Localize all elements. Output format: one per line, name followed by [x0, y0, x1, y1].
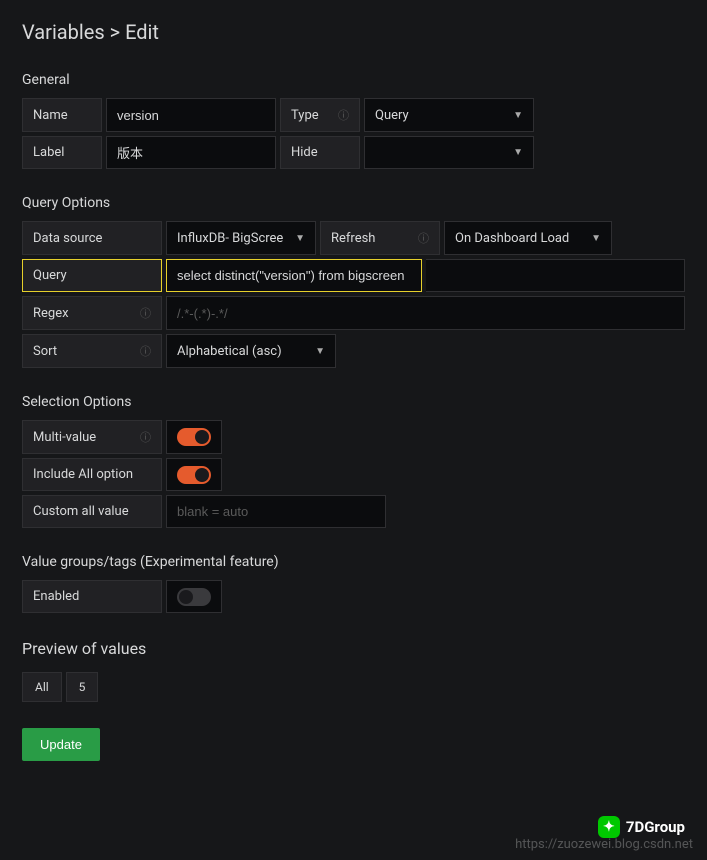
label-label: Label [22, 136, 102, 169]
preview-chip: All [22, 672, 62, 702]
hide-select[interactable]: ▼ [364, 136, 534, 169]
query-input-wrap [166, 259, 422, 292]
page-title: Variables > Edit [22, 20, 685, 44]
chevron-down-icon: ▼ [513, 110, 523, 121]
chevron-down-icon: ▼ [295, 233, 305, 244]
refresh-select[interactable]: On Dashboard Load ▼ [444, 221, 612, 255]
hide-label: Hide [280, 136, 360, 169]
custom-all-label: Custom all value [22, 495, 162, 528]
enabled-toggle[interactable] [177, 588, 211, 606]
preview-values: All 5 [22, 672, 685, 702]
query-input[interactable] [177, 268, 411, 283]
regex-input-wrap [166, 296, 685, 330]
info-icon: ⓘ [140, 305, 151, 321]
info-icon: ⓘ [338, 107, 349, 123]
label-input[interactable] [117, 145, 265, 160]
refresh-label: Refresh ⓘ [320, 221, 440, 255]
general-heading: General [22, 72, 685, 88]
custom-all-input-wrap [166, 495, 386, 528]
query-options-section: Query Options Data source InfluxDB- BigS… [22, 195, 685, 368]
preview-heading: Preview of values [22, 639, 685, 658]
preview-chip: 5 [66, 672, 99, 702]
enabled-label: Enabled [22, 580, 162, 613]
query-input-ext [426, 259, 685, 292]
chevron-down-icon: ▼ [315, 346, 325, 357]
selection-options-heading: Selection Options [22, 394, 685, 410]
multi-value-toggle[interactable] [177, 428, 211, 446]
datasource-select[interactable]: InfluxDB- BigScree ▼ [166, 221, 316, 255]
enabled-toggle-wrap [166, 580, 222, 613]
update-button[interactable]: Update [22, 728, 100, 761]
regex-input[interactable] [177, 306, 674, 321]
selection-options-section: Selection Options Multi-value ⓘ Include … [22, 394, 685, 528]
sort-select[interactable]: Alphabetical (asc) ▼ [166, 334, 336, 368]
include-all-toggle-wrap [166, 458, 222, 491]
chevron-down-icon: ▼ [513, 147, 523, 158]
value-groups-heading: Value groups/tags (Experimental feature) [22, 554, 685, 570]
include-all-toggle[interactable] [177, 466, 211, 484]
info-icon: ⓘ [140, 429, 151, 445]
datasource-label: Data source [22, 221, 162, 255]
multi-value-label: Multi-value ⓘ [22, 420, 162, 454]
watermark-logo: ✦ 7DGroup [598, 816, 685, 838]
query-options-heading: Query Options [22, 195, 685, 211]
watermark-url: https://zuozewei.blog.csdn.net [515, 837, 693, 852]
info-icon: ⓘ [140, 343, 151, 359]
wechat-icon: ✦ [598, 816, 620, 838]
multi-value-toggle-wrap [166, 420, 222, 454]
label-input-wrap [106, 136, 276, 169]
type-label: Type ⓘ [280, 98, 360, 132]
general-section: General Name Type ⓘ Query ▼ Label Hide [22, 72, 685, 169]
name-input[interactable] [117, 108, 265, 123]
sort-label: Sort ⓘ [22, 334, 162, 368]
query-label: Query [22, 259, 162, 292]
chevron-down-icon: ▼ [591, 233, 601, 244]
custom-all-input[interactable] [177, 504, 375, 519]
value-groups-section: Value groups/tags (Experimental feature)… [22, 554, 685, 613]
include-all-label: Include All option [22, 458, 162, 491]
name-label: Name [22, 98, 102, 132]
regex-label: Regex ⓘ [22, 296, 162, 330]
info-icon: ⓘ [418, 230, 429, 246]
type-select[interactable]: Query ▼ [364, 98, 534, 132]
name-input-wrap [106, 98, 276, 132]
preview-section: Preview of values All 5 [22, 639, 685, 702]
